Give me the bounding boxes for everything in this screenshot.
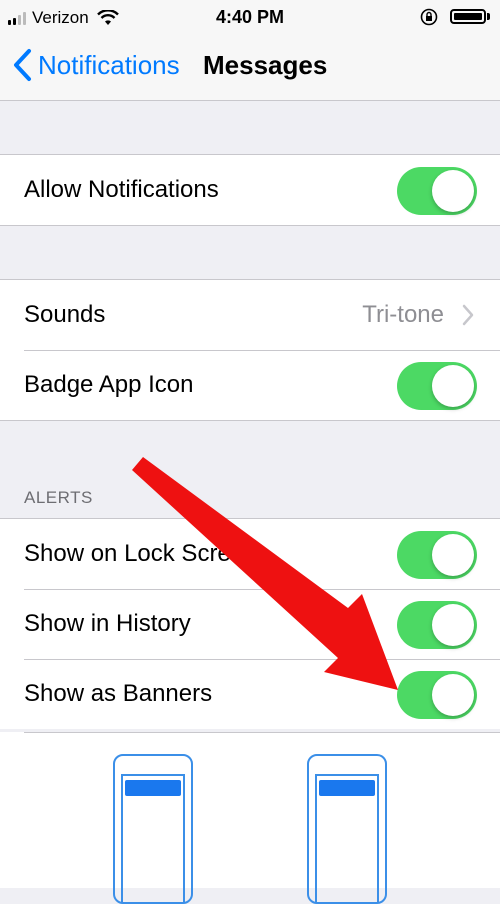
phone-screen [121,774,185,902]
badge-app-icon-toggle[interactable] [397,362,477,410]
toggle-knob [432,534,474,576]
sounds-badge-group: Sounds Tri-tone Badge App Icon [0,279,500,421]
navigation-bar: Notifications Messages [0,34,500,101]
back-label: Notifications [38,49,180,80]
badge-app-icon-row: Badge App Icon [0,350,500,420]
show-as-banners-toggle[interactable] [397,671,477,719]
battery-icon [450,9,486,24]
row-label: Show as Banners [24,680,213,707]
show-on-lock-screen-toggle[interactable] [397,531,477,579]
show-in-history-toggle[interactable] [397,601,477,649]
phone-screen [315,774,379,902]
banner-style-preview [0,732,500,904]
rotation-lock-icon [420,8,438,26]
allow-notifications-group: Allow Notifications [0,154,500,226]
row-label: Show on Lock Screen [24,540,258,567]
row-label: Show in History [24,610,191,637]
chevron-left-icon [14,49,31,81]
banner-preview [319,780,375,796]
row-label: Badge App Icon [24,371,194,398]
show-as-banners-row: Show as Banners [0,659,500,729]
banner-preview [125,780,181,796]
persistent-banner-option[interactable] [307,754,387,904]
status-bar: Verizon 4:40 PM [0,0,500,34]
divider [24,732,500,733]
back-button[interactable]: Notifications [12,48,180,82]
show-in-history-row: Show in History [0,589,500,659]
toggle-knob [432,365,474,407]
toggle-knob [432,170,474,212]
battery-tip [487,13,490,20]
temporary-banner-option[interactable] [113,754,193,904]
allow-notifications-toggle[interactable] [397,167,477,215]
alerts-section-header: ALERTS [24,488,93,507]
allow-notifications-row: Allow Notifications [0,155,500,225]
row-label: Sounds [24,301,106,328]
row-label: Allow Notifications [24,176,219,203]
page-title: Messages [203,50,328,80]
sounds-value: Tri-tone [362,301,444,328]
toggle-knob [432,674,474,716]
alerts-group: Show on Lock Screen Show in History Show… [0,518,500,729]
toggle-knob [432,604,474,646]
chevron-right-icon [462,304,474,326]
sounds-row[interactable]: Sounds Tri-tone [0,280,500,350]
show-on-lock-screen-row: Show on Lock Screen [0,519,500,589]
